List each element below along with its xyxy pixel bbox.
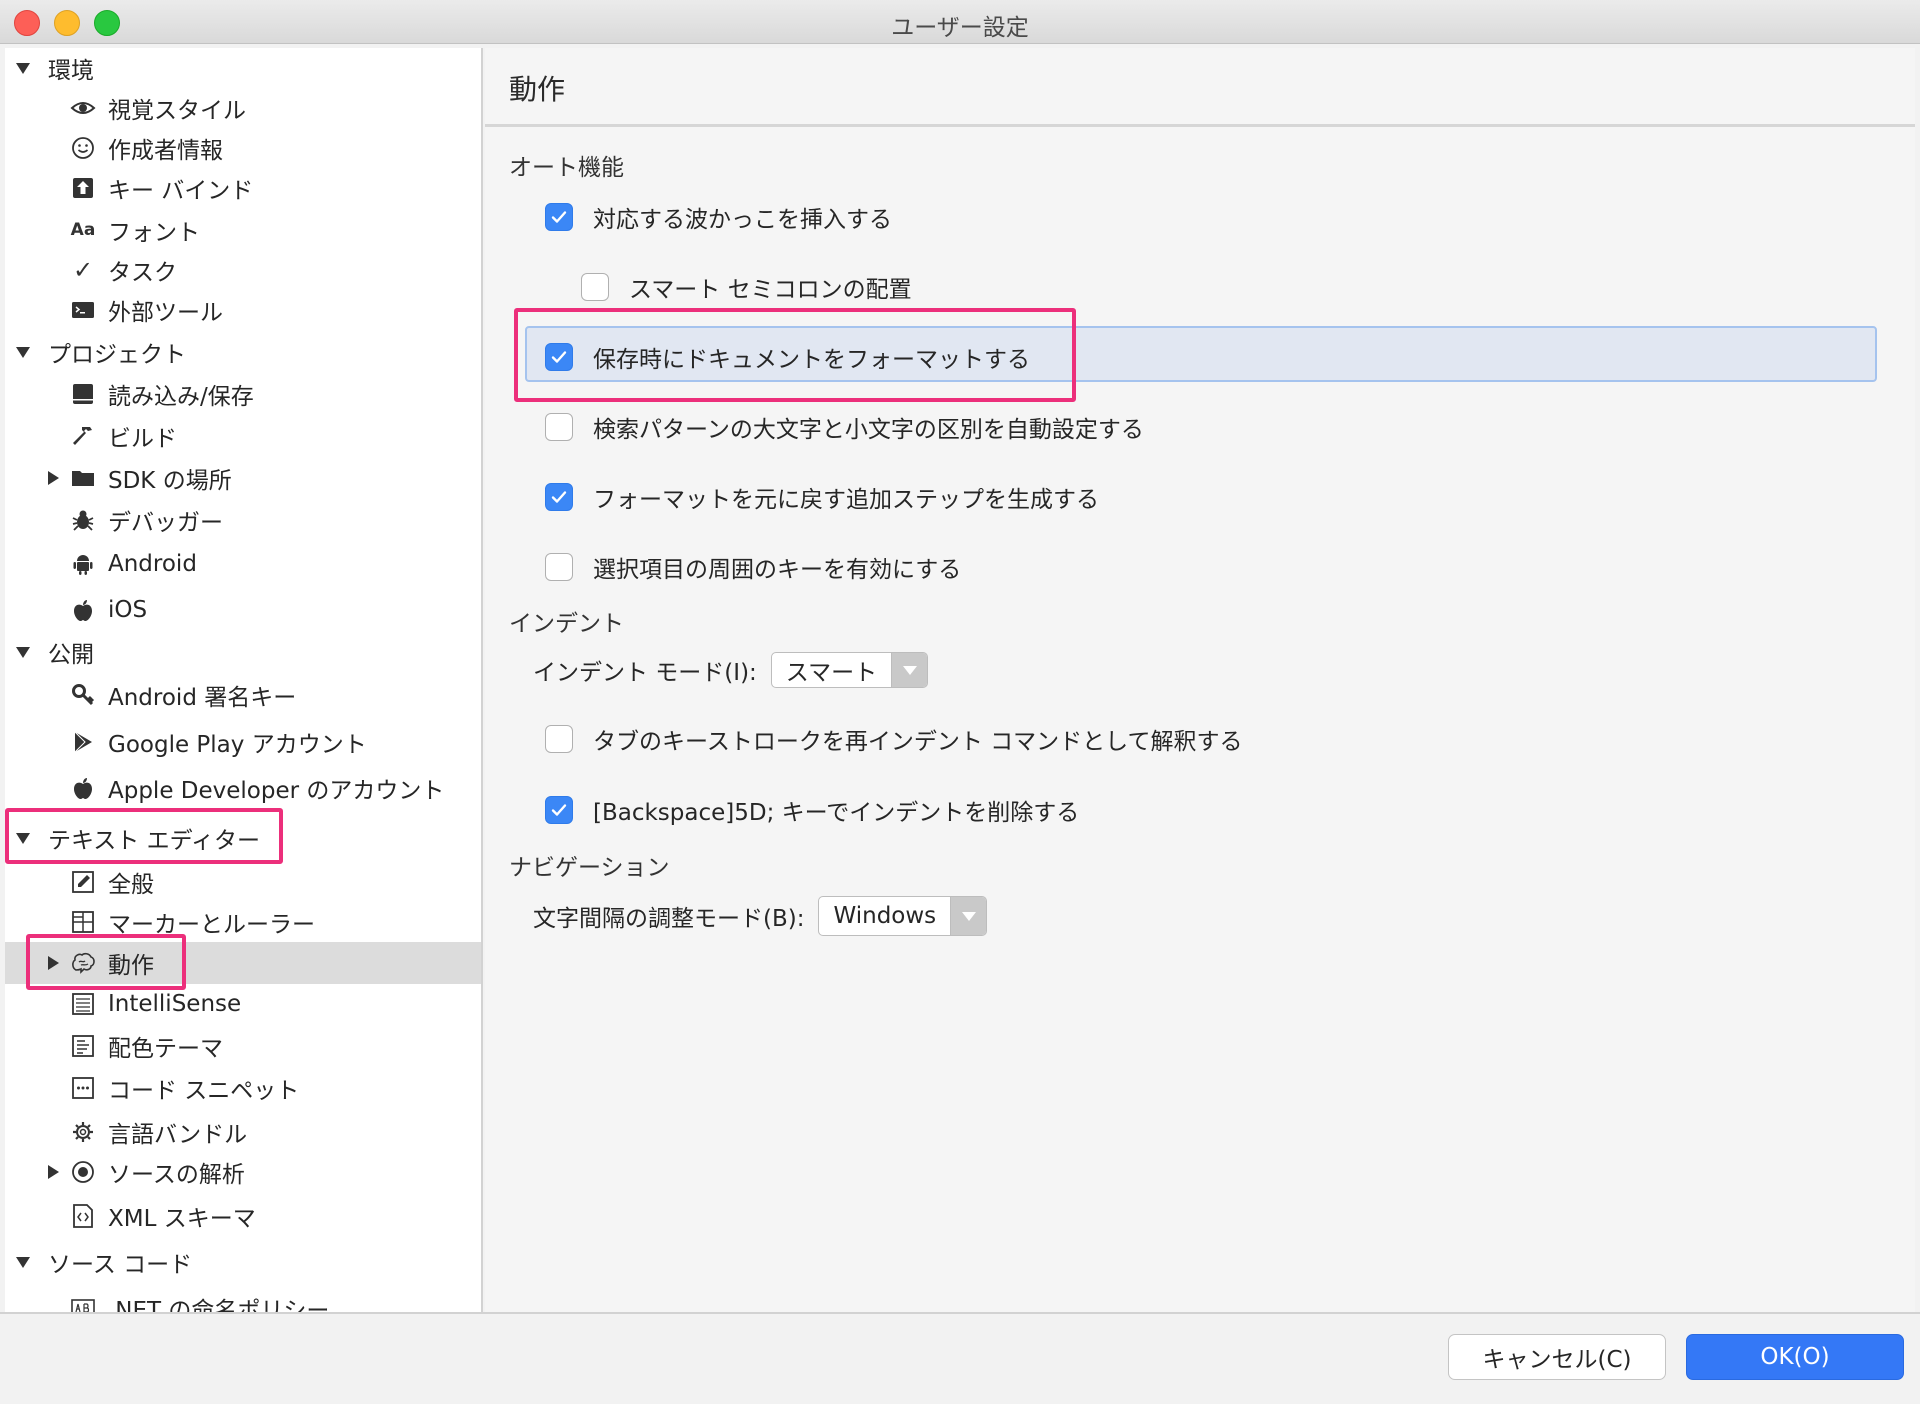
- checkbox-selection-surround-keys[interactable]: [545, 553, 573, 581]
- sidebar-item-google-play-accounts[interactable]: Google Play アカウント: [5, 722, 481, 762]
- sidebar-item-apple-developer-accounts[interactable]: Apple Developer のアカウント: [5, 768, 481, 808]
- checkbox-smart-semicolon[interactable]: [581, 273, 609, 301]
- sidebar-group-environment[interactable]: 環境: [5, 48, 481, 88]
- indent-mode-row: インデント モード(I): スマート: [533, 652, 929, 688]
- list-icon: [69, 990, 97, 1018]
- key-icon: [69, 681, 97, 709]
- android-icon: [69, 550, 97, 578]
- bug-icon: [69, 506, 97, 534]
- char-spacing-select[interactable]: Windows: [818, 896, 988, 936]
- option-insert-matching-braces[interactable]: 対応する波かっこを挿入する: [545, 200, 892, 234]
- sidebar-item-source-analysis[interactable]: ソースの解析: [5, 1152, 481, 1192]
- highlight-format-on-save: [514, 308, 1076, 402]
- section-title-indent: インデント: [509, 611, 624, 637]
- option-auto-case-sensitivity[interactable]: 検索パターンの大文字と小文字の区別を自動設定する: [545, 410, 1144, 444]
- gear-icon: [69, 1118, 97, 1146]
- page-title: 動作: [509, 73, 566, 106]
- checkmark-icon: ✓: [72, 256, 94, 284]
- sidebar-item-build[interactable]: ビルド: [5, 416, 481, 456]
- option-smart-semicolon[interactable]: スマート セミコロンの配置: [581, 270, 912, 304]
- disclosure-expanded-icon[interactable]: [13, 342, 33, 362]
- chevron-down-icon: [950, 897, 987, 935]
- disclosure-collapsed-icon[interactable]: [43, 1162, 63, 1182]
- eye-icon: [69, 94, 97, 122]
- smiley-icon: [69, 134, 97, 162]
- checkbox-tab-reindent[interactable]: [545, 725, 573, 753]
- sidebar-item-external-tools[interactable]: 外部ツール: [5, 290, 481, 330]
- sidebar-item-android-signing-keys[interactable]: Android 署名キー: [5, 675, 481, 715]
- sidebar-item-debugger[interactable]: デバッガー: [5, 500, 481, 540]
- highlight-behavior: [26, 934, 186, 990]
- sidebar-item-ios[interactable]: iOS: [5, 590, 481, 630]
- sidebar-item-fonts[interactable]: Aa フォント: [5, 210, 481, 250]
- sidebar-item-visual-style[interactable]: 視覚スタイル: [5, 88, 481, 128]
- sidebar-item-sdk-locations[interactable]: SDK の場所: [5, 458, 481, 498]
- sidebar-group-projects[interactable]: プロジェクト: [5, 332, 481, 372]
- sidebar-item-intellisense[interactable]: IntelliSense: [5, 984, 481, 1024]
- sidebar-item-author-info[interactable]: 作成者情報: [5, 128, 481, 168]
- option-undo-format-step[interactable]: フォーマットを元に戻す追加ステップを生成する: [545, 480, 1099, 514]
- grid-icon: [69, 908, 97, 936]
- drive-icon: [69, 380, 97, 408]
- sidebar-group-label: 環境: [48, 58, 94, 84]
- indent-mode-label: インデント モード(I):: [533, 660, 757, 686]
- checkbox-insert-matching-braces[interactable]: [545, 203, 573, 231]
- section-title-navigation: ナビゲーション: [509, 855, 670, 881]
- sidebar-item-language-bundles[interactable]: 言語バンドル: [5, 1112, 481, 1152]
- radio-icon: [69, 1158, 97, 1186]
- cancel-button[interactable]: キャンセル(C): [1448, 1334, 1666, 1380]
- section-title-auto: オート機能: [509, 155, 624, 181]
- checkbox-auto-case-sensitivity[interactable]: [545, 413, 573, 441]
- sidebar-group-publishing[interactable]: 公開: [5, 632, 481, 672]
- title-bar: ユーザー設定: [0, 0, 1920, 44]
- sidebar-tree: 環境 視覚スタイル 作成者情報 キー バインド Aa フォント ✓ タスク 外部…: [5, 48, 483, 1312]
- snippet-icon: [69, 1074, 97, 1102]
- sidebar-item-code-snippets[interactable]: コード スニペット: [5, 1068, 481, 1108]
- sidebar-item-android[interactable]: Android: [5, 544, 481, 584]
- window-title: ユーザー設定: [891, 15, 1029, 41]
- font-icon: Aa: [70, 220, 96, 240]
- hammer-icon: [69, 422, 97, 450]
- sidebar-item-xml-schemas[interactable]: XML スキーマ: [5, 1196, 481, 1236]
- behavior-settings-panel: 動作 オート機能 対応する波かっこを挿入する スマート セミコロンの配置 保存時…: [485, 48, 1915, 1312]
- char-spacing-row: 文字間隔の調整モード(B): Windows: [533, 896, 988, 936]
- apple-icon: [69, 774, 97, 802]
- naming-icon: [69, 1294, 97, 1312]
- disclosure-expanded-icon[interactable]: [13, 1252, 33, 1272]
- sidebar-item-load-save[interactable]: 読み込み/保存: [5, 374, 481, 414]
- terminal-icon: [69, 296, 97, 324]
- option-tab-reindent[interactable]: タブのキーストロークを再インデント コマンドとして解釈する: [545, 722, 1242, 756]
- sidebar-item-key-bindings[interactable]: キー バインド: [5, 168, 481, 208]
- indent-mode-select[interactable]: スマート: [770, 652, 929, 688]
- option-selection-surround-keys[interactable]: 選択項目の周囲のキーを有効にする: [545, 550, 961, 584]
- title-divider: [485, 124, 1915, 127]
- highlight-text-editor: [5, 808, 283, 864]
- chevron-down-icon: [891, 653, 928, 687]
- folder-icon: [69, 464, 97, 492]
- sidebar-item-dotnet-naming-policies[interactable]: .NET の命名ポリシー: [5, 1288, 481, 1312]
- disclosure-collapsed-icon[interactable]: [43, 468, 63, 488]
- sidebar-item-tasks[interactable]: ✓ タスク: [5, 250, 481, 290]
- sidebar-group-source-code[interactable]: ソース コード: [5, 1242, 481, 1282]
- key-binding-icon: [69, 174, 97, 202]
- disclosure-expanded-icon[interactable]: [13, 642, 33, 662]
- preferences-window: ユーザー設定 環境 視覚スタイル 作成者情報 キー バインド Aa フォント ✓…: [0, 0, 1920, 1404]
- document-icon: [69, 1032, 97, 1060]
- footer-divider: [0, 1312, 1920, 1314]
- char-spacing-label: 文字間隔の調整モード(B):: [533, 906, 805, 932]
- apple-icon: [69, 596, 97, 624]
- disclosure-expanded-icon[interactable]: [13, 58, 33, 78]
- checkbox-backspace-unindent[interactable]: [545, 796, 573, 824]
- option-backspace-unindent[interactable]: [Backspace]5D; キーでインデントを削除する: [545, 793, 1079, 827]
- ok-button[interactable]: OK(O): [1686, 1334, 1904, 1380]
- sidebar-item-general[interactable]: 全般: [5, 862, 481, 902]
- sidebar-item-color-theme[interactable]: 配色テーマ: [5, 1026, 481, 1066]
- edit-icon: [69, 868, 97, 896]
- checkbox-undo-format-step[interactable]: [545, 483, 573, 511]
- play-icon: [69, 728, 97, 756]
- xml-icon: [69, 1202, 97, 1230]
